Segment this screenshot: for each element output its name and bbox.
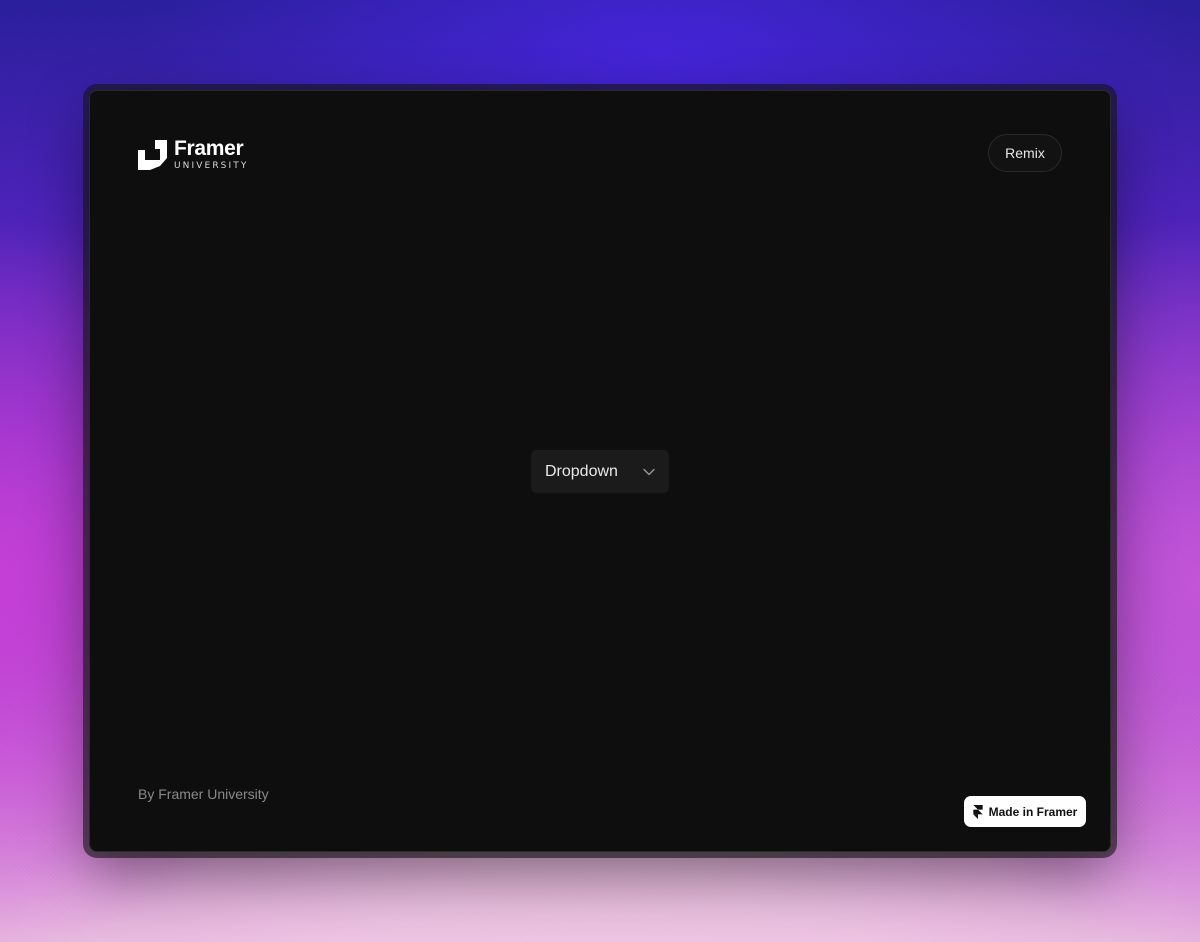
dropdown-trigger[interactable]: Dropdown xyxy=(531,450,669,493)
framer-university-logo-icon xyxy=(138,139,167,170)
brand-logo[interactable]: Framer UNIVERSITY xyxy=(138,138,248,171)
dropdown-label: Dropdown xyxy=(545,462,618,480)
framer-icon xyxy=(972,804,983,819)
made-in-framer-label: Made in Framer xyxy=(988,804,1078,819)
brand-subtitle: UNIVERSITY xyxy=(174,161,249,171)
remix-button[interactable]: Remix xyxy=(988,134,1062,172)
preview-window: Framer UNIVERSITY Remix Dropdown By Fram… xyxy=(89,90,1111,852)
byline-text: By Framer University xyxy=(138,786,269,802)
brand-name: Framer xyxy=(174,137,244,160)
chevron-down-icon xyxy=(643,468,655,475)
made-in-framer-badge[interactable]: Made in Framer xyxy=(964,796,1086,827)
